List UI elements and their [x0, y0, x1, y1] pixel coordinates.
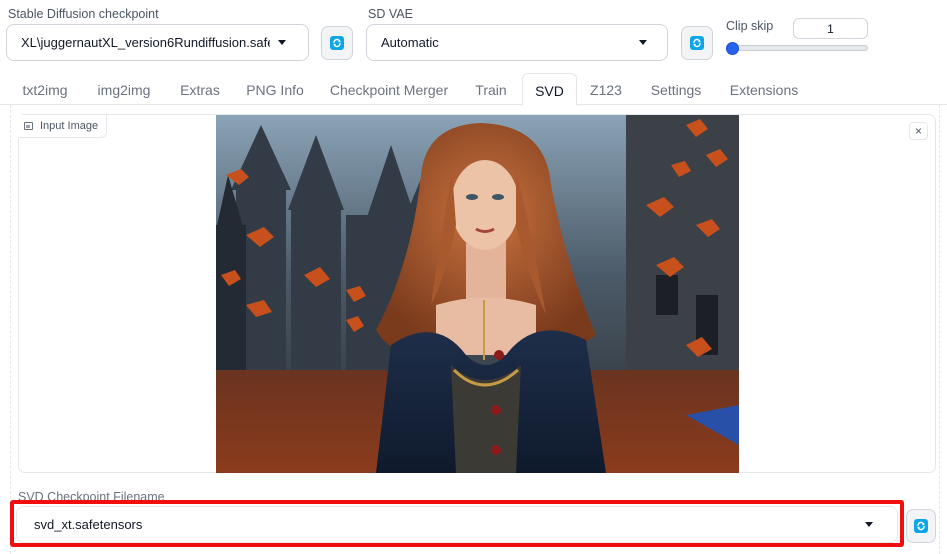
tab-train[interactable]: Train: [468, 73, 514, 105]
tab-txt2img[interactable]: txt2img: [10, 73, 80, 105]
checkpoint-refresh-button[interactable]: [321, 26, 353, 60]
tab-z123[interactable]: Z123: [584, 73, 628, 105]
clip-skip-input[interactable]: 1: [793, 18, 868, 39]
refresh-icon: [330, 36, 344, 50]
refresh-icon: [690, 36, 704, 50]
checkpoint-dropdown[interactable]: XL\juggernautXL_version6Rundiffusion.saf…: [6, 24, 309, 61]
chevron-down-icon: [278, 40, 286, 45]
vae-label: SD VAE: [368, 7, 413, 21]
tab-svd[interactable]: SVD: [522, 73, 577, 106]
highlight-box: [10, 500, 904, 547]
clip-skip-slider[interactable]: [726, 45, 868, 51]
vae-value: Automatic: [381, 35, 439, 50]
input-image-label: Input Image: [18, 115, 108, 138]
tab-checkpoint-merger[interactable]: Checkpoint Merger: [324, 73, 454, 105]
close-icon[interactable]: ×: [909, 122, 928, 140]
vae-dropdown[interactable]: Automatic: [366, 24, 668, 61]
input-image-preview: [216, 115, 739, 473]
tab-img2img[interactable]: img2img: [88, 73, 160, 105]
tab-settings[interactable]: Settings: [645, 73, 707, 105]
chevron-down-icon: [639, 40, 647, 45]
clip-skip-slider-handle[interactable]: [726, 41, 739, 55]
image-icon: [24, 122, 33, 130]
tab-extensions[interactable]: Extensions: [726, 73, 802, 105]
clip-skip-label: Clip skip: [726, 19, 774, 33]
tab-png-info[interactable]: PNG Info: [240, 73, 310, 105]
vae-refresh-button[interactable]: [681, 26, 713, 60]
svd-checkpoint-refresh-button[interactable]: [906, 509, 936, 543]
refresh-icon: [914, 519, 928, 533]
checkpoint-label: Stable Diffusion checkpoint: [8, 7, 159, 21]
main-tabs: txt2img img2img Extras PNG Info Checkpoi…: [0, 73, 947, 106]
checkpoint-value: XL\juggernautXL_version6Rundiffusion.saf…: [21, 35, 270, 50]
tab-extras[interactable]: Extras: [172, 73, 228, 105]
input-image-label-text: Input Image: [40, 120, 99, 132]
